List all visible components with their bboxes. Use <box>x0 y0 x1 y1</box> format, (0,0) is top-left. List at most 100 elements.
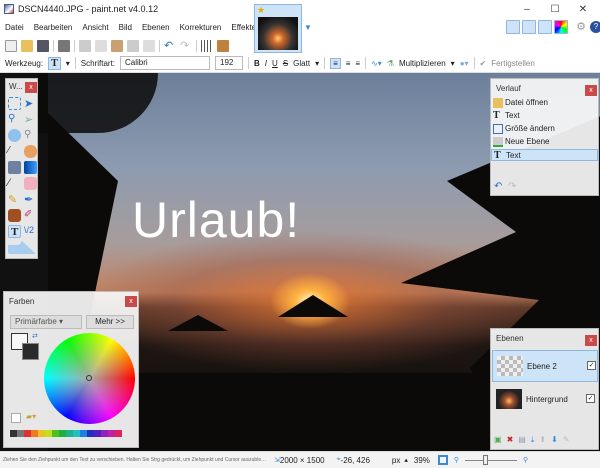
menu-datei[interactable]: Datei <box>0 19 29 37</box>
tools-window-icon[interactable] <box>506 20 520 34</box>
underline-button[interactable]: U <box>272 59 278 68</box>
swap-colors-icon[interactable]: ⇄ <box>32 332 38 340</box>
text-tool-icon[interactable]: T <box>48 56 61 70</box>
align-left-button[interactable]: ≡ <box>330 57 341 69</box>
maximize-button[interactable]: ☐ <box>540 2 570 17</box>
minimize-button[interactable]: – <box>512 2 542 17</box>
paste-icon[interactable] <box>111 40 123 52</box>
menu-korrekturen[interactable]: Korrekturen <box>175 19 227 37</box>
move-selected-icon[interactable]: ➤ <box>24 97 37 110</box>
layer-visibility-checkbox[interactable]: ✓ <box>587 361 596 370</box>
color-wheel-cursor[interactable] <box>86 375 92 381</box>
menu-ebenen[interactable]: Ebenen <box>137 19 175 37</box>
secondary-color-swatch[interactable] <box>22 343 39 360</box>
zoom-fit-icon[interactable] <box>437 455 448 465</box>
move-layer-up-icon[interactable]: ⬆ <box>539 435 546 445</box>
palette-swatch[interactable] <box>45 430 52 437</box>
crop-icon[interactable] <box>127 40 139 52</box>
layer-row[interactable]: Hintergrund ✓ <box>492 384 598 416</box>
palette-swatch[interactable] <box>101 430 108 437</box>
paintbrush-icon[interactable]: ⁄ <box>8 177 21 190</box>
palette-swatch[interactable] <box>80 430 87 437</box>
font-select[interactable]: Calibri <box>120 56 211 70</box>
palette-swatch[interactable] <box>115 430 122 437</box>
eraser-icon[interactable] <box>24 177 37 190</box>
document-tab[interactable]: ★ <box>254 4 302 53</box>
layer-row-selected[interactable]: Ebene 2 ✓ <box>492 350 598 382</box>
color-target-select[interactable]: Primärfarbe ▾ <box>10 315 82 329</box>
palette-swatch[interactable] <box>38 430 45 437</box>
strikethrough-button[interactable]: S <box>283 59 288 68</box>
history-item[interactable]: T Text <box>491 110 598 122</box>
zoom-icon[interactable]: ⚲ <box>24 129 37 142</box>
open-icon[interactable] <box>21 40 33 52</box>
palette-swatch[interactable] <box>59 430 66 437</box>
align-center-button[interactable]: ≡ <box>346 59 351 68</box>
pan-icon[interactable] <box>24 145 37 158</box>
rect-select-icon[interactable] <box>8 97 21 110</box>
layers-window-icon[interactable] <box>538 20 552 34</box>
paint-bucket-icon[interactable] <box>8 161 21 174</box>
layers-close-button[interactable]: x <box>585 335 597 346</box>
shapes-icon[interactable] <box>8 241 36 254</box>
lasso-icon[interactable]: ⚲ <box>8 113 21 126</box>
palette-swatch[interactable] <box>17 430 24 437</box>
move-layer-down-icon[interactable]: ⬇ <box>551 435 558 445</box>
redo-icon[interactable]: ↷ <box>180 40 192 52</box>
zoom-slider-thumb[interactable] <box>483 455 489 465</box>
ruler-icon[interactable] <box>217 40 229 52</box>
history-item[interactable]: Datei öffnen <box>491 97 598 109</box>
palette-swatch[interactable] <box>31 430 38 437</box>
palette-swatch[interactable] <box>10 430 17 437</box>
antialias-curve-icon[interactable]: ∿▾ <box>371 59 382 68</box>
menu-ansicht[interactable]: Ansicht <box>77 19 113 37</box>
zoom-slider[interactable] <box>465 455 518 465</box>
magic-wand-icon[interactable]: ⁄ <box>8 145 21 158</box>
color-wheel[interactable] <box>44 333 135 424</box>
undo-icon[interactable]: ↶ <box>164 40 176 52</box>
history-close-button[interactable]: x <box>585 85 597 96</box>
colors-close-button[interactable]: x <box>125 296 137 307</box>
history-redo-button[interactable]: ↷ <box>508 181 516 192</box>
zoom-level[interactable]: 39% <box>414 456 430 465</box>
italic-button[interactable]: I <box>265 59 267 68</box>
antialias-select[interactable]: Glatt <box>293 59 310 68</box>
close-button[interactable]: ✕ <box>568 2 598 17</box>
palette-swatch[interactable] <box>24 430 31 437</box>
menu-bearbeiten[interactable]: Bearbeiten <box>29 19 78 37</box>
recolor-icon[interactable]: ✐ <box>24 209 37 222</box>
canvas-text[interactable]: Urlaub! <box>132 191 300 249</box>
text-tool-icon[interactable]: T <box>8 225 21 238</box>
bold-button[interactable]: B <box>254 59 260 68</box>
delete-layer-icon[interactable]: ✖ <box>507 435 514 445</box>
grid-icon[interactable] <box>201 40 213 52</box>
menu-bild[interactable]: Bild <box>114 19 137 37</box>
more-button[interactable]: Mehr >> <box>86 315 134 329</box>
add-color-icon[interactable] <box>11 413 21 423</box>
copy-icon[interactable] <box>95 40 107 52</box>
zoom-out-icon[interactable]: ⚲ <box>454 456 459 464</box>
tab-dropdown-icon[interactable]: ▼ <box>304 23 312 32</box>
merge-layer-icon[interactable]: ⤓ <box>531 435 535 445</box>
selection-mode-icon[interactable]: ●▾ <box>460 59 469 68</box>
gradient-icon[interactable] <box>24 161 37 174</box>
history-window-icon[interactable] <box>522 20 536 34</box>
history-item[interactable]: Größe ändern <box>491 123 598 135</box>
finish-button[interactable]: Fertigstellen <box>491 59 535 68</box>
palette-swatch[interactable] <box>108 430 115 437</box>
pencil-icon[interactable]: ✎ <box>8 193 21 206</box>
unit-select[interactable]: px <box>392 456 400 465</box>
layer-properties-icon[interactable]: ✎ <box>563 435 570 445</box>
history-item-selected[interactable]: T Text <box>491 149 598 161</box>
duplicate-layer-icon[interactable]: ▤ <box>518 435 526 445</box>
help-icon[interactable]: ? <box>590 21 600 33</box>
font-size-select[interactable]: 192 <box>215 56 244 70</box>
save-icon[interactable] <box>37 40 49 52</box>
settings-icon[interactable]: ⚙ <box>574 20 588 34</box>
palette-swatch[interactable] <box>73 430 80 437</box>
palette-swatch[interactable] <box>52 430 59 437</box>
history-item[interactable]: Neue Ebene <box>491 136 598 148</box>
print-icon[interactable] <box>58 40 70 52</box>
zoom-in-icon[interactable]: ⚲ <box>523 456 528 464</box>
tool-dropdown-icon[interactable]: ▾ <box>66 59 70 68</box>
